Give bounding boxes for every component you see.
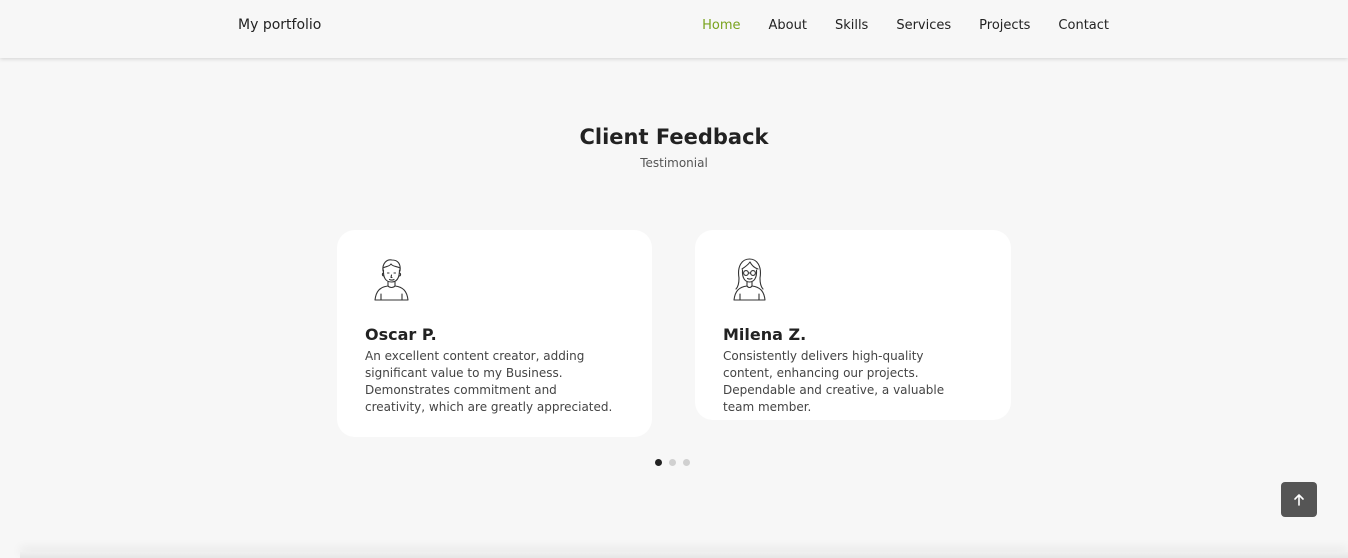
pagination-dot[interactable] <box>655 459 662 466</box>
nav-contact[interactable]: Contact <box>1058 18 1109 33</box>
main-nav: Home About Skills Services Projects Cont… <box>702 18 1109 33</box>
nav-services[interactable]: Services <box>896 18 951 33</box>
pagination-dot[interactable] <box>683 459 690 466</box>
section-title: Client Feedback <box>579 125 769 149</box>
carousel-pagination <box>655 459 690 466</box>
footer-edge <box>20 552 1348 558</box>
testimonial-card: Milena Z. Consistently delivers high-qua… <box>695 230 1011 420</box>
testimonial-card: Oscar P. An excellent content creator, a… <box>337 230 652 437</box>
nav-home[interactable]: Home <box>702 18 740 33</box>
man-avatar-icon <box>374 259 409 301</box>
woman-avatar-icon <box>733 258 766 301</box>
section-subtitle: Testimonial <box>640 156 708 170</box>
testimonial-text: An excellent content creator, adding sig… <box>365 349 613 414</box>
nav-skills[interactable]: Skills <box>835 18 868 33</box>
pagination-dot[interactable] <box>669 459 676 466</box>
nav-about[interactable]: About <box>769 18 807 33</box>
testimonial-name: Milena Z. <box>723 325 807 344</box>
arrow-up-icon <box>1294 493 1304 506</box>
testimonial-text: Consistently delivers high-quality conte… <box>723 349 945 414</box>
testimonial-name: Oscar P. <box>365 325 437 344</box>
logo-link[interactable]: My portfolio <box>238 17 321 33</box>
scroll-top-button[interactable] <box>1281 482 1317 517</box>
site-header: My portfolio Home About Skills Services … <box>0 0 1348 58</box>
nav-projects[interactable]: Projects <box>979 18 1030 33</box>
